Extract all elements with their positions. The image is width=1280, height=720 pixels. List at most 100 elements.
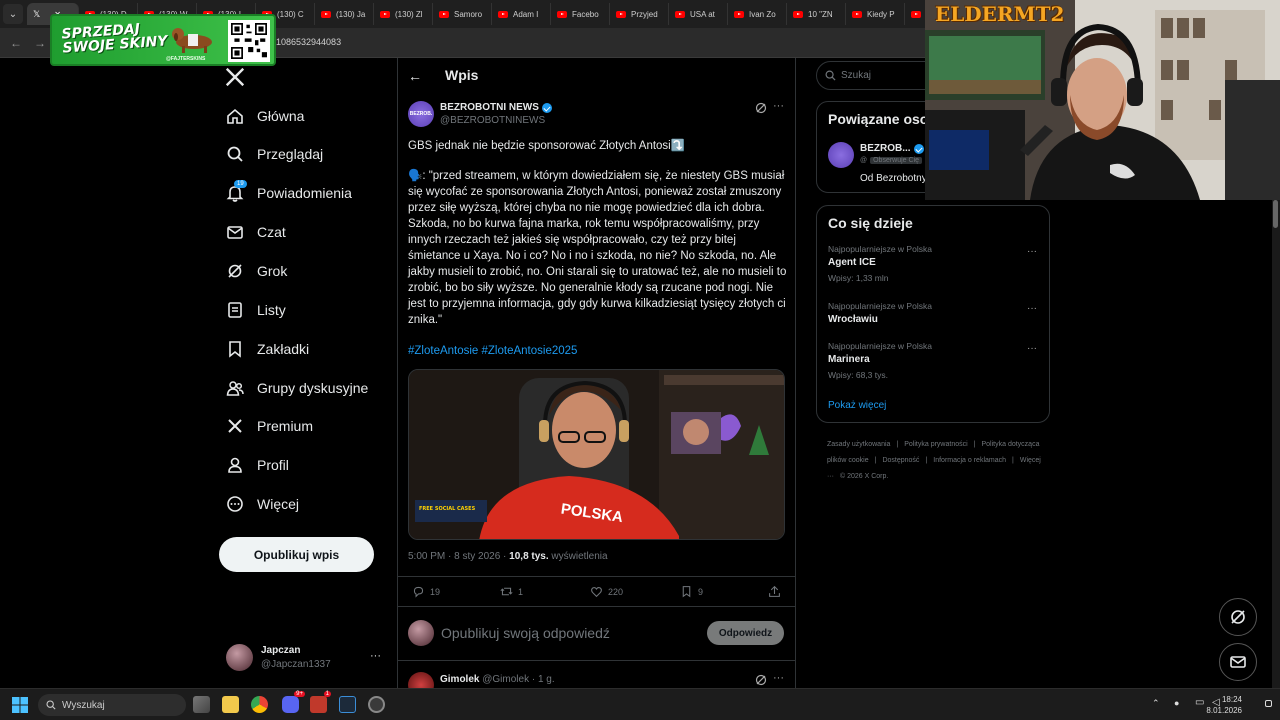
footer-link[interactable]: © 2026 X Corp.	[840, 473, 888, 480]
tab-label: USA at	[690, 9, 715, 19]
reply-author[interactable]: Gimolek @Gimolek · 1 g.	[440, 674, 555, 685]
nav-item-list[interactable]: Listy	[226, 298, 286, 322]
post-button[interactable]: Opublikuj wpis	[219, 537, 374, 572]
post-more-icon[interactable]: ···	[773, 100, 784, 112]
browser-tab[interactable]: Przyjed	[610, 3, 669, 25]
browser-tab[interactable]: Kiedy P	[846, 3, 905, 25]
bookmark-count: 9	[698, 586, 704, 597]
nav-item-x[interactable]: Premium	[226, 414, 313, 438]
nav-item-label: Przeglądaj	[257, 146, 324, 162]
avatar	[226, 644, 253, 671]
grok-icon[interactable]	[755, 674, 767, 686]
footer-link[interactable]: Informacja o reklamach	[933, 457, 1006, 464]
post-body: 🗣️: "przed streamem, w którym dowiedział…	[408, 170, 787, 326]
tray-chevron-icon[interactable]: ⌃	[1152, 698, 1160, 709]
reply-input[interactable]: Opublikuj swoją odpowiedź	[441, 625, 610, 641]
trend-category: Najpopularniejsze w Polska	[828, 244, 932, 254]
more-icon[interactable]: ···	[370, 650, 381, 662]
file-explorer-icon[interactable]	[222, 696, 239, 713]
youtube-favicon-icon	[616, 10, 626, 18]
notification-icon[interactable]	[1265, 700, 1272, 707]
youtube-favicon-icon	[380, 10, 390, 18]
grok-icon	[226, 262, 244, 280]
browser-tab[interactable]: Facebo	[551, 3, 610, 25]
game-app-icon[interactable]: 1	[310, 691, 331, 713]
nav-item-people[interactable]: Grupy dyskusyjne	[226, 376, 368, 400]
repost-count: 1	[518, 586, 524, 597]
taskbar-clock[interactable]: 18:24 8.01.2026	[1206, 694, 1242, 716]
trend-more-icon[interactable]: ···	[1027, 246, 1037, 257]
page-scrollbar[interactable]	[1272, 200, 1280, 688]
x-logo-icon[interactable]	[224, 66, 246, 88]
nav-item-search[interactable]: Przeglądaj	[226, 142, 323, 166]
author-avatar[interactable]: BEZROB.	[408, 101, 434, 127]
windows-start-icon[interactable]	[12, 697, 28, 713]
related-name[interactable]: BEZROB...	[860, 143, 924, 154]
post-time[interactable]: 5:00 PM · 8 sty 2026 ·	[408, 551, 509, 562]
back-arrow-icon[interactable]: ←	[10, 36, 22, 50]
streamer-video-frame: POLSKA FREE SOCIAL CASES	[409, 370, 784, 539]
reply-button[interactable]: Odpowiedz	[707, 621, 784, 645]
nav-item-more-circle[interactable]: Więcej	[226, 492, 299, 516]
trend-more-icon[interactable]: ···	[1027, 303, 1037, 314]
tab-label: (130) Ja	[336, 9, 366, 19]
nav-item-label: Grupy dyskusyjne	[257, 380, 369, 396]
promo-handle: @FAJTERSKINS	[166, 56, 206, 62]
author-handle[interactable]: @BEZROBOTNINEWS	[440, 115, 545, 126]
author-name[interactable]: BEZROBOTNI NEWS	[440, 102, 552, 113]
browser-tab[interactable]: (130) Zl	[374, 3, 433, 25]
browser-tab[interactable]: Adam I	[492, 3, 551, 25]
url-text[interactable]: 1086532944083	[276, 37, 341, 47]
trend-more-icon[interactable]: ···	[1027, 343, 1037, 354]
microphone-icon[interactable]: ●	[1174, 698, 1179, 708]
nav-item-label: Listy	[257, 302, 286, 318]
browser-tab[interactable]: Ivan Zo	[728, 3, 787, 25]
nav-item-bell[interactable]: 19 Powiadomienia	[226, 180, 352, 205]
nav-item-mail[interactable]: Czat	[226, 220, 286, 244]
post-hashtags[interactable]: #ZloteAntosie #ZloteAntosie2025	[408, 345, 577, 357]
discord-icon[interactable]: 9+	[282, 691, 305, 713]
back-arrow-icon[interactable]: ←	[408, 68, 422, 84]
reply-more-icon[interactable]: ···	[773, 672, 784, 684]
share-action[interactable]	[768, 585, 786, 598]
related-avatar[interactable]	[828, 142, 854, 168]
trend-posts: Wpisy: 1,33 mln	[828, 273, 889, 283]
obs-icon[interactable]	[368, 696, 385, 713]
grok-floating-button[interactable]	[1219, 598, 1257, 636]
app-window-icon[interactable]	[339, 696, 356, 713]
footer-separator: |	[973, 441, 976, 448]
youtube-favicon-icon	[793, 10, 803, 18]
tab-list-dropdown-icon[interactable]: ⌄	[3, 4, 23, 24]
browser-tab[interactable]: 10 "ZN	[787, 3, 846, 25]
footer-link[interactable]: Zasady użytkowania	[827, 441, 890, 448]
nav-item-grok[interactable]: Grok	[226, 259, 287, 283]
notification-badge: 19	[234, 180, 247, 188]
grok-icon[interactable]	[755, 102, 767, 114]
browser-tab[interactable]: (130) Ja	[315, 3, 374, 25]
show-more-link[interactable]: Pokaż więcej	[828, 400, 886, 411]
post-video-thumbnail[interactable]: POLSKA FREE SOCIAL CASES	[408, 369, 785, 540]
forward-arrow-icon[interactable]: →	[34, 36, 46, 50]
bookmark-action[interactable]: 9	[680, 585, 703, 598]
footer-link[interactable]: Polityka prywatności	[904, 441, 967, 448]
task-view-icon[interactable]	[193, 696, 210, 713]
footer-separator: |	[874, 457, 877, 464]
repost-action[interactable]: 1	[500, 585, 523, 598]
follows-you-badge: Obserwuje Cię	[870, 157, 923, 164]
nav-item-bookmark[interactable]: Zakładki	[226, 337, 309, 361]
footer-link[interactable]: Dostępność	[882, 457, 919, 464]
browser-tab[interactable]: Samoro	[433, 3, 492, 25]
like-action[interactable]: 220	[590, 585, 623, 598]
network-icon[interactable]: ▭	[1195, 697, 1204, 708]
reply-action[interactable]: 19	[412, 585, 440, 598]
nav-item-person[interactable]: Profil	[226, 453, 289, 477]
scrollbar-thumb[interactable]	[1273, 200, 1278, 228]
taskbar-search-input[interactable]: Wyszukaj	[38, 694, 186, 716]
chrome-icon[interactable]	[251, 696, 268, 713]
trends-title: Co się dzieje	[828, 215, 913, 231]
messages-floating-button[interactable]	[1219, 643, 1257, 681]
browser-tab[interactable]: USA at	[669, 3, 728, 25]
trends-panel: Co się dzieje Najpopularniejsze w Polska…	[816, 205, 1050, 423]
nav-item-home[interactable]: Główna	[226, 104, 304, 128]
account-switcher[interactable]: Japczan @Japczan1337 ···	[226, 644, 386, 674]
